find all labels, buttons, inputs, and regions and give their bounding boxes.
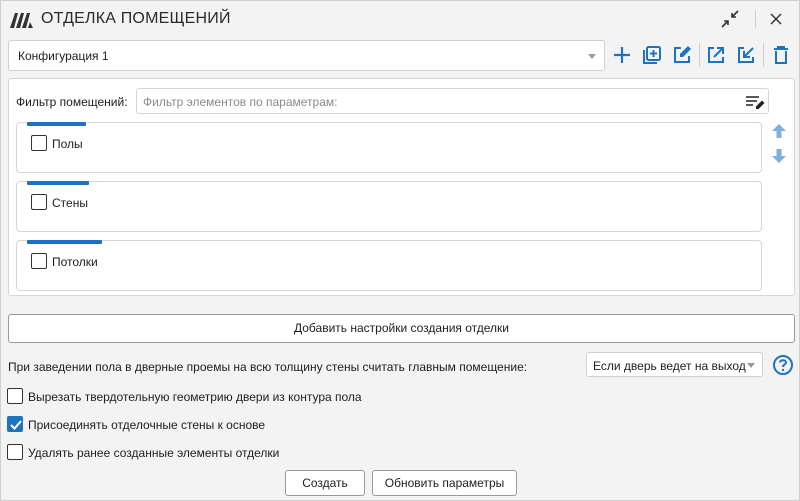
option-cut-door-geometry-checkbox[interactable] bbox=[7, 388, 23, 404]
group-floors: Полы bbox=[16, 122, 762, 173]
toolbar-divider bbox=[699, 43, 700, 67]
group-ceilings-label: Потолки bbox=[52, 255, 98, 269]
group-tab-indicator bbox=[27, 240, 102, 244]
room-filter-label: Фильтр помещений: bbox=[16, 95, 128, 109]
configuration-select[interactable]: Конфигурация 1 bbox=[8, 40, 605, 71]
filter-edit-icon[interactable] bbox=[744, 92, 766, 112]
option-delete-previous-label: Удалять ранее созданные элементы отделки bbox=[28, 446, 280, 460]
create-button[interactable]: Создать bbox=[285, 470, 365, 496]
group-ceilings-checkbox[interactable] bbox=[31, 253, 47, 269]
update-parameters-button[interactable]: Обновить параметры bbox=[372, 470, 517, 496]
group-floors-checkbox[interactable] bbox=[31, 135, 47, 151]
configuration-value: Конфигурация 1 bbox=[18, 49, 109, 63]
import-icon[interactable] bbox=[735, 44, 757, 66]
collapse-icon[interactable] bbox=[720, 9, 740, 29]
edit-icon[interactable] bbox=[671, 44, 693, 66]
option-join-walls-checkbox[interactable] bbox=[7, 416, 23, 432]
help-icon[interactable] bbox=[772, 354, 794, 376]
duplicate-icon[interactable] bbox=[641, 44, 663, 66]
chevron-down-icon bbox=[747, 363, 755, 368]
group-floors-label: Полы bbox=[52, 137, 83, 151]
window-title: ОТДЕЛКА ПОМЕЩЕНИЙ bbox=[41, 10, 231, 27]
plus-icon[interactable] bbox=[611, 44, 633, 66]
group-walls: Стены bbox=[16, 181, 762, 232]
arrow-down-icon[interactable] bbox=[770, 147, 788, 165]
option-cut-door-geometry-label: Вырезать твердотельную геометрию двери и… bbox=[28, 390, 362, 404]
group-walls-label: Стены bbox=[52, 196, 88, 210]
title-bar: ОТДЕЛКА ПОМЕЩЕНИЙ bbox=[1, 1, 799, 37]
chevron-down-icon bbox=[588, 54, 596, 59]
trash-icon[interactable] bbox=[770, 44, 792, 66]
finishing-window: ОТДЕЛКА ПОМЕЩЕНИЙ Конфигурация 1 Фильтр … bbox=[0, 0, 800, 501]
option-join-walls-label: Присоединять отделочные стены к основе bbox=[28, 418, 266, 432]
titlebar-divider bbox=[755, 10, 756, 28]
export-icon[interactable] bbox=[705, 44, 727, 66]
add-settings-button[interactable]: Добавить настройки создания отделки bbox=[8, 314, 795, 343]
arrow-up-icon[interactable] bbox=[770, 122, 788, 140]
door-main-room-label: При заведении пола в дверные проемы на в… bbox=[8, 360, 528, 374]
group-tab-indicator bbox=[27, 181, 89, 185]
option-delete-previous-checkbox[interactable] bbox=[7, 444, 23, 460]
room-filter-placeholder: Фильтр элементов по параметрам: bbox=[143, 95, 338, 109]
toolbar-divider bbox=[763, 43, 764, 67]
room-filter-input[interactable]: Фильтр элементов по параметрам: bbox=[136, 88, 769, 114]
close-icon[interactable] bbox=[766, 9, 786, 29]
group-walls-checkbox[interactable] bbox=[31, 194, 47, 210]
group-tab-indicator bbox=[27, 122, 86, 126]
door-main-room-value: Если дверь ведет на выход bbox=[593, 359, 746, 373]
door-main-room-select[interactable]: Если дверь ведет на выход bbox=[586, 352, 763, 377]
logo-icon bbox=[9, 10, 35, 30]
rooms-panel: Фильтр помещений: Фильтр элементов по па… bbox=[8, 78, 795, 296]
group-ceilings: Потолки bbox=[16, 240, 762, 291]
